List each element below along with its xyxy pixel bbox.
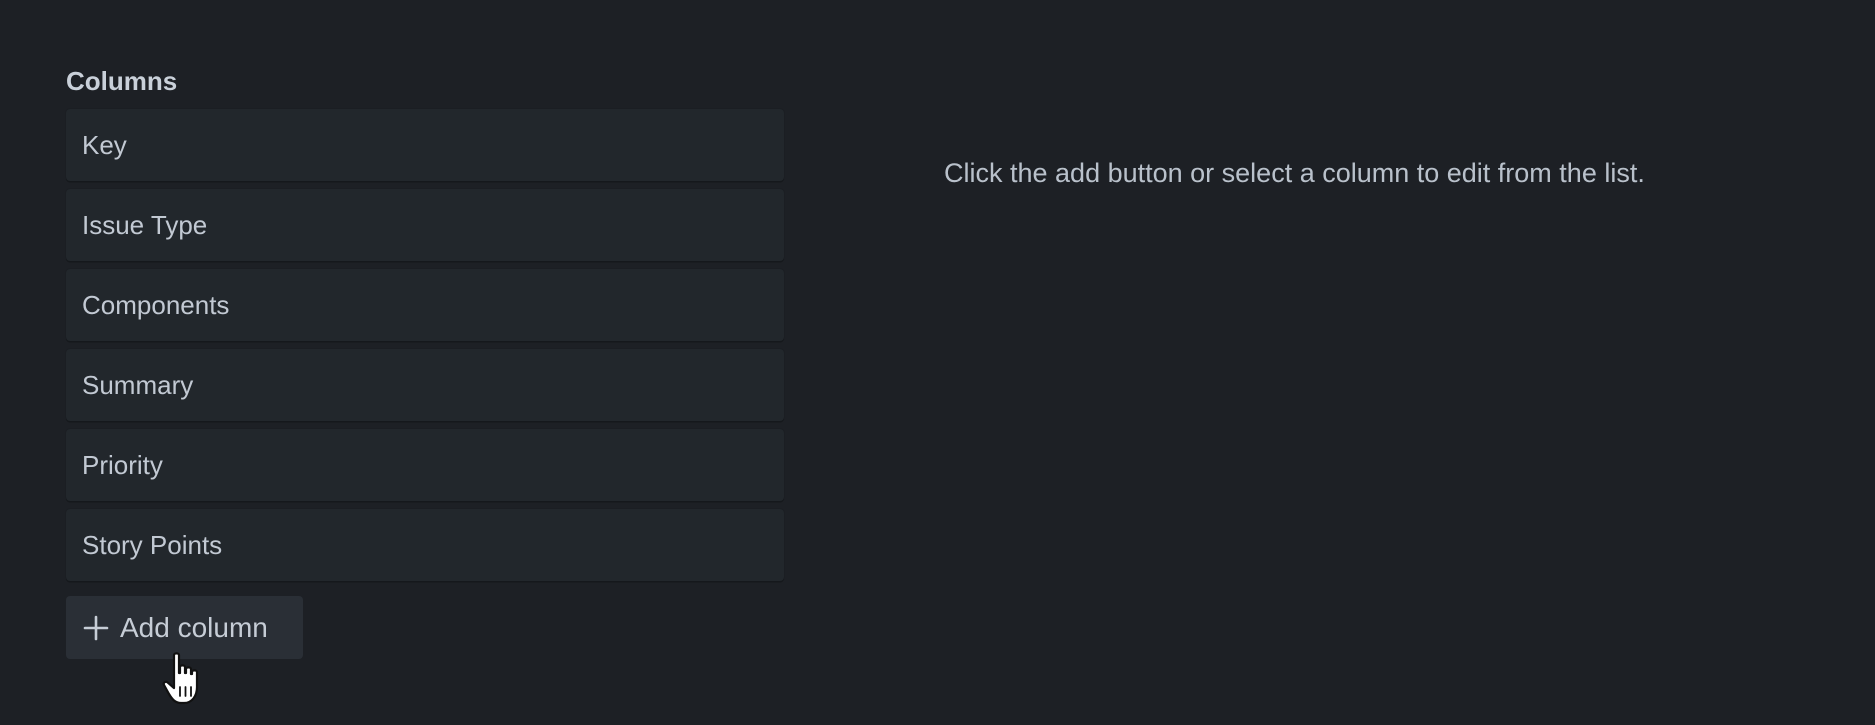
column-item-issue-type[interactable]: Issue Type bbox=[66, 189, 784, 261]
hand-pointer-icon bbox=[162, 652, 199, 705]
column-item-key[interactable]: Key bbox=[66, 109, 784, 181]
empty-state-message: Click the add button or select a column … bbox=[944, 158, 1645, 188]
add-column-label: Add column bbox=[120, 611, 268, 643]
column-item-label: Key bbox=[82, 129, 127, 160]
column-item-summary[interactable]: Summary bbox=[66, 349, 784, 421]
columns-panel: Columns Key Issue Type Components Summar… bbox=[66, 64, 784, 659]
column-item-priority[interactable]: Priority bbox=[66, 429, 784, 501]
column-item-label: Issue Type bbox=[82, 209, 208, 240]
column-item-components[interactable]: Components bbox=[66, 269, 784, 341]
column-item-label: Components bbox=[82, 289, 230, 320]
page: Columns Key Issue Type Components Summar… bbox=[0, 0, 1875, 725]
section-title: Columns bbox=[66, 66, 178, 96]
column-item-label: Priority bbox=[82, 449, 163, 480]
column-item-story-points[interactable]: Story Points bbox=[66, 509, 784, 581]
add-column-button[interactable]: Add column bbox=[66, 596, 303, 659]
column-list: Key Issue Type Components Summary Priori… bbox=[66, 109, 784, 589]
plus-icon bbox=[83, 615, 109, 640]
column-item-label: Story Points bbox=[82, 529, 223, 560]
column-item-label: Summary bbox=[82, 369, 194, 400]
